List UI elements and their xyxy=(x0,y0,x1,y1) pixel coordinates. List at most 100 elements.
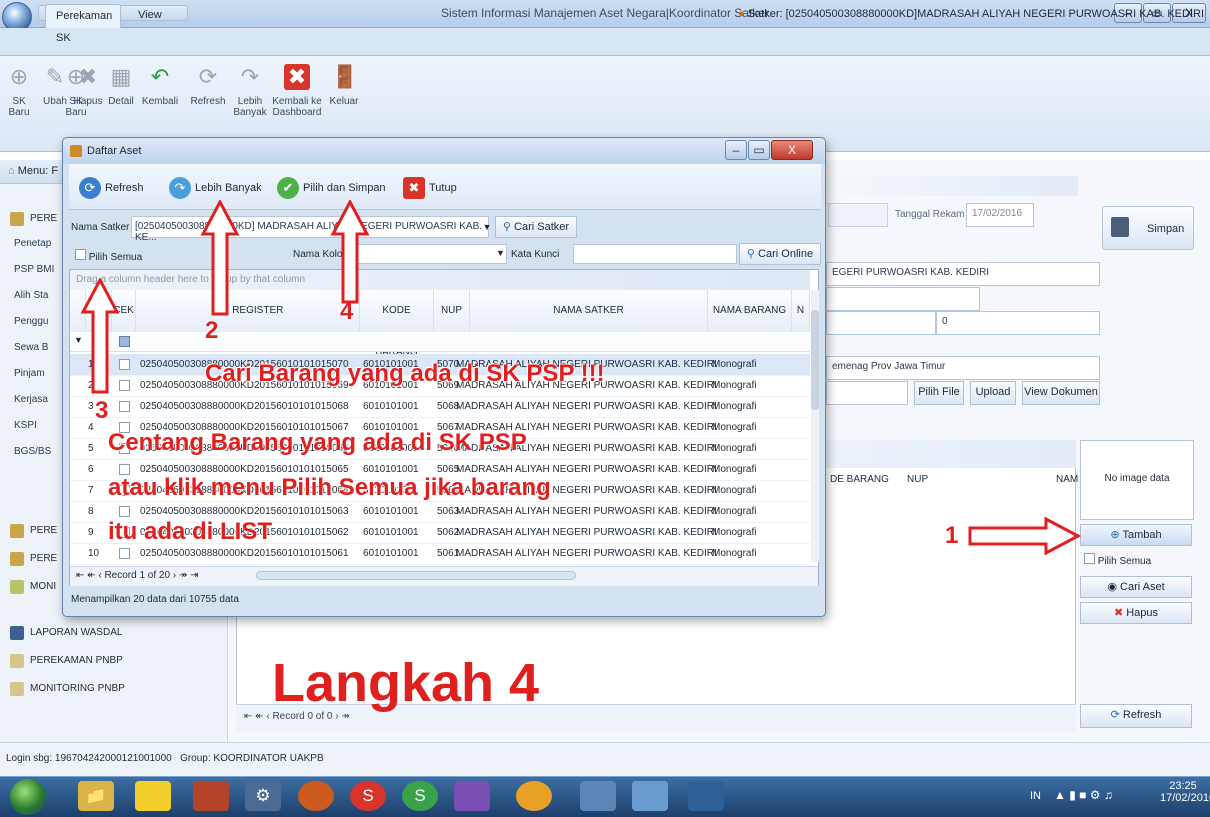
row-nama-satker: MADRASAH ALIYAH NEGERI PURWOASRI KAB. KE… xyxy=(456,527,717,538)
blank-field-2[interactable] xyxy=(826,311,936,335)
app-icon-10[interactable] xyxy=(580,781,616,811)
ubah-button[interactable]: ✎ Ubah xyxy=(40,60,70,146)
row-kode-barang: 6010101001 xyxy=(363,506,419,517)
satker-info: ● Satker: [025040500308880000KD]MADRASAH… xyxy=(738,8,1204,20)
blank-field[interactable] xyxy=(826,287,980,311)
tray-icons[interactable]: ▲ ▮ ■ ⚙ ♫ xyxy=(1054,788,1113,802)
cari-satker-button[interactable]: ⚲ Cari Satker xyxy=(495,216,577,238)
col-kode-barang[interactable]: KODE BARANG xyxy=(360,290,434,358)
annotation-arrow-1 xyxy=(968,516,1082,556)
tambah-button[interactable]: ⊕ Tambah xyxy=(1080,524,1192,546)
satker-field[interactable]: EGERI PURWOASRI KAB. KEDIRI xyxy=(826,262,1100,286)
report-icon xyxy=(10,580,24,594)
kemenag-field[interactable]: emenag Prov Jawa Timur xyxy=(826,356,1100,380)
num-field[interactable]: 0 xyxy=(936,311,1100,335)
grid-vscroll-thumb[interactable] xyxy=(811,310,819,410)
pilih-semua-dialog[interactable]: Pilih Semua xyxy=(75,249,142,263)
pilih-semua-main[interactable]: Pilih Semua xyxy=(1084,553,1151,567)
dialog-close-button[interactable]: X xyxy=(771,140,813,160)
chrome-icon[interactable] xyxy=(516,781,552,811)
keluar-button[interactable]: 🚪 Keluar xyxy=(324,60,364,146)
pilih-file-button[interactable]: Pilih File xyxy=(914,381,964,405)
col-nama[interactable]: NAM xyxy=(1056,474,1078,485)
cari-aset-button[interactable]: ◉ Cari Aset xyxy=(1080,576,1192,598)
col-nama-barang[interactable]: NAMA BARANG xyxy=(708,290,792,332)
simpan-button[interactable]: Simpan xyxy=(1102,206,1194,250)
paint-icon[interactable] xyxy=(632,781,668,811)
document-icon xyxy=(10,682,24,696)
status-bar: Login sbg: 196704242000121001000 Group: … xyxy=(0,742,1210,776)
refresh-icon: ⟳ xyxy=(79,177,101,200)
pilih-semua-checkbox[interactable] xyxy=(1084,553,1095,564)
nav-group-laporan-wasdal[interactable]: LAPORAN WASDAL xyxy=(4,622,226,646)
sticky-notes-icon[interactable] xyxy=(135,781,171,811)
tool-app-icon[interactable]: ⚙ xyxy=(245,781,281,811)
dialog-minimize-button[interactable]: – xyxy=(725,140,747,160)
app-icon-s-red[interactable]: S xyxy=(350,781,386,811)
sk-baru-button-2[interactable]: ⊕ SK Baru xyxy=(4,60,34,146)
table-row[interactable]: 10 025040500308880000KD20156010101015061 6… xyxy=(70,543,810,565)
fox-app-icon[interactable] xyxy=(193,781,229,811)
start-button[interactable] xyxy=(10,779,46,815)
table-row[interactable]: 3 025040500308880000KD20156010101015068 60… xyxy=(70,396,810,418)
row-checkbox[interactable] xyxy=(119,506,130,517)
explorer-taskbar-icon[interactable]: 📁 xyxy=(78,781,114,811)
dialog-refresh-button[interactable]: ⟳ Refresh xyxy=(79,175,144,201)
lebih-banyak-ribbon-button[interactable]: ↷ Lebih Banyak xyxy=(232,60,268,146)
pencil-icon: ✎ xyxy=(45,64,65,89)
kata-kunci-input[interactable] xyxy=(573,244,737,264)
row-checkbox[interactable] xyxy=(119,380,130,391)
col-kode-barang[interactable]: DE BARANG xyxy=(830,474,889,485)
row-checkbox[interactable] xyxy=(119,548,130,559)
refresh-ribbon-button[interactable]: ⟳ Refresh xyxy=(188,60,228,146)
no-image-label: No image data xyxy=(1104,473,1170,484)
annotation-number-2: 2 xyxy=(205,317,219,344)
col-nup[interactable]: NUP xyxy=(907,474,928,485)
refresh-main-button[interactable]: ⟳ Refresh xyxy=(1080,704,1192,728)
hapus-button[interactable]: ✖ Hapus xyxy=(72,60,104,146)
app-icon-s-green[interactable]: S xyxy=(402,781,438,811)
app-icon-8[interactable] xyxy=(454,781,490,811)
chevron-down-icon[interactable]: ▼ xyxy=(481,218,493,236)
file-path-field[interactable] xyxy=(826,381,908,405)
lebih-banyak-button[interactable]: ↷ Lebih Banyak xyxy=(169,175,262,201)
tab-view[interactable]: View xyxy=(128,4,172,28)
hapus-main-button[interactable]: ✖ Hapus xyxy=(1080,602,1192,624)
cari-online-button[interactable]: ⚲ Cari Online xyxy=(739,243,821,265)
grid-hscrollbar[interactable] xyxy=(256,571,576,580)
row-checkbox[interactable] xyxy=(119,401,130,412)
detail-button[interactable]: ▦ Detail xyxy=(106,60,136,146)
chevron-down-icon[interactable]: ▼ xyxy=(496,248,505,258)
col-more[interactable]: N xyxy=(792,290,810,332)
filter-row[interactable]: ▼ xyxy=(70,332,810,352)
tutup-button[interactable]: ✖ Tutup xyxy=(403,175,457,201)
col-no-register[interactable]: NO. REGISTER xyxy=(136,290,360,332)
tanggal-field[interactable]: 17/02/2016 xyxy=(966,203,1034,227)
pilih-semua-checkbox[interactable] xyxy=(75,249,86,260)
nav-group-monitoring-pnbp[interactable]: MONITORING PNBP xyxy=(4,678,226,702)
annotation-arrow-2 xyxy=(200,200,240,316)
filter-checkbox[interactable] xyxy=(119,336,130,347)
row-checkbox[interactable] xyxy=(119,359,130,370)
view-dokumen-button[interactable]: View Dokumen xyxy=(1022,381,1100,405)
upload-button[interactable]: Upload xyxy=(970,381,1016,405)
annotation-line-4: itu ada di LIST xyxy=(108,518,273,545)
nav-group-perekaman-pnbp[interactable]: PEREKAMAN PNBP xyxy=(4,650,226,674)
pilih-dan-simpan-button[interactable]: ✔ Pilih dan Simpan xyxy=(277,175,386,201)
dialog-maximize-button[interactable]: ▭ xyxy=(748,140,770,160)
kembali-dashboard-button[interactable]: ✖ Kembali ke Dashboard xyxy=(272,60,322,146)
refresh-icon: ⟳ xyxy=(198,64,218,89)
nama-satker-select[interactable]: [025040500308880000KD] MADRASAH ALIYAH N… xyxy=(131,216,489,243)
clock[interactable]: 23:25 17/02/2016 xyxy=(1160,780,1210,804)
more-icon: ↷ xyxy=(169,177,191,200)
undo-icon: ↶ xyxy=(150,64,170,89)
field-left-box[interactable] xyxy=(828,203,888,227)
col-nup[interactable]: NUP xyxy=(434,290,470,332)
tab-perekaman-sk[interactable]: Perekaman SK xyxy=(45,4,121,44)
language-indicator[interactable]: IN xyxy=(1030,790,1041,802)
kembali-button[interactable]: ↶ Kembali xyxy=(138,60,182,146)
col-nama-satker[interactable]: NAMA SATKER xyxy=(470,290,708,332)
app-icon-5[interactable] xyxy=(298,781,334,811)
simak-app-icon[interactable] xyxy=(688,781,724,811)
exit-icon: 🚪 xyxy=(331,64,359,89)
